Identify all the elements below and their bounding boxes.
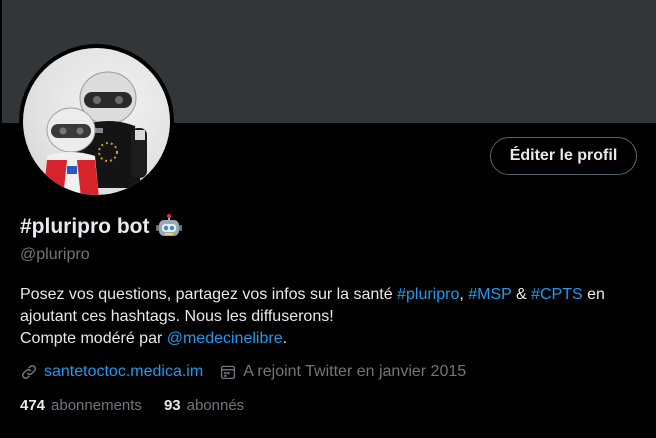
calendar-icon [221,365,236,380]
link-icon [21,364,37,380]
following-link[interactable]: 474 abonnements [20,397,142,414]
bio-text: Posez vos questions, partagez vos infos … [20,286,398,303]
website-link[interactable]: santetoctoc.medica.im [44,363,203,381]
bio-separator: & [511,286,532,303]
following-count: 474 [20,397,46,414]
profile-stats: 474 abonnements 93 abonnés [20,397,266,414]
display-name: #pluripro bot [20,215,150,238]
followers-label: abonnés [186,397,245,414]
hashtag-link-cpts[interactable]: #CPTS [531,286,583,303]
user-handle: @pluripro [20,246,90,263]
hashtag-link-msp[interactable]: #MSP [468,286,511,303]
profile-bio: Posez vos questions, partagez vos infos … [20,284,640,350]
profile-name-row: #pluripro bot [20,214,182,240]
avatar-image [23,48,170,195]
hashtag-link-pluripro[interactable]: #pluripro [397,286,459,303]
bio-text: Compte modéré par [20,330,167,347]
mention-link-medecinelibre[interactable]: @medecinelibre [167,330,283,347]
followers-count: 93 [163,397,181,414]
robot-icon [155,214,182,236]
profile-meta: santetoctoc.medica.im A rejoint Twitter … [20,361,466,383]
avatar[interactable] [19,44,174,199]
following-label: abonnements [51,397,142,414]
edit-profile-button[interactable]: Éditer le profil [490,137,637,175]
followers-link[interactable]: 93 abonnés [164,397,244,414]
bio-text: . [282,330,288,347]
bio-separator: , [459,286,469,303]
joined-date: A rejoint Twitter en janvier 2015 [243,363,467,380]
